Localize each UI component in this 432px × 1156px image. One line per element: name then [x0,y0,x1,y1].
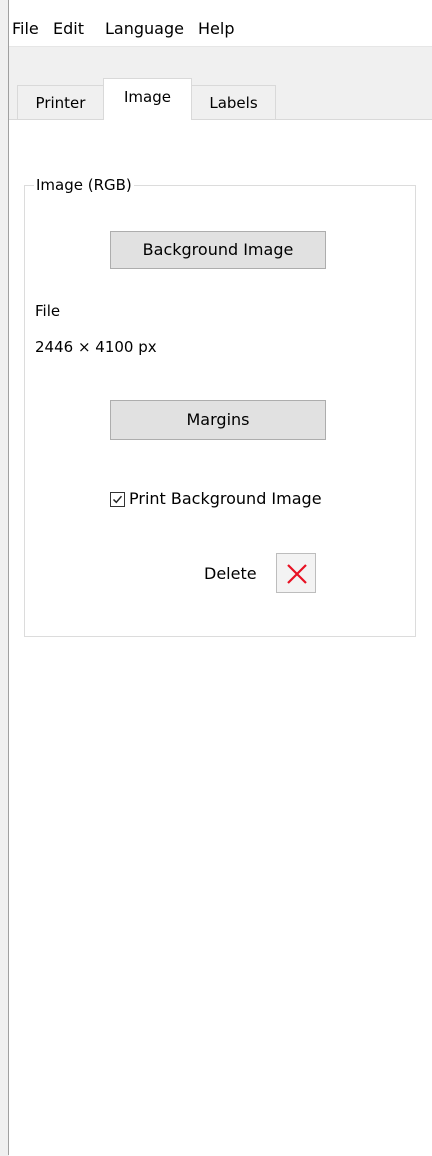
menu-file[interactable]: File [12,19,39,39]
red-x-icon [287,564,307,584]
menu-bar: File Edit Language Help [9,0,432,46]
menu-help[interactable]: Help [198,19,234,39]
tab-image[interactable]: Image [103,78,192,120]
menu-language[interactable]: Language [105,19,184,39]
print-background-checkbox[interactable] [110,491,125,507]
tab-labels[interactable]: Labels [191,85,276,119]
delete-label: Delete [204,564,257,583]
tab-printer[interactable]: Printer [17,85,104,119]
print-background-label: Print Background Image [129,489,322,508]
checkmark-icon [112,495,123,503]
delete-button[interactable] [276,553,316,593]
menu-edit[interactable]: Edit [53,19,84,39]
file-label: File [35,302,61,320]
margins-button[interactable]: Margins [110,400,326,440]
menu-separator [9,46,432,47]
image-group-legend: Image (RGB) [34,175,134,195]
print-background-checkbox-row[interactable]: Print Background Image [110,488,322,510]
background-image-button[interactable]: Background Image [110,231,326,269]
file-dimensions: 2446 × 4100 px [35,338,157,356]
